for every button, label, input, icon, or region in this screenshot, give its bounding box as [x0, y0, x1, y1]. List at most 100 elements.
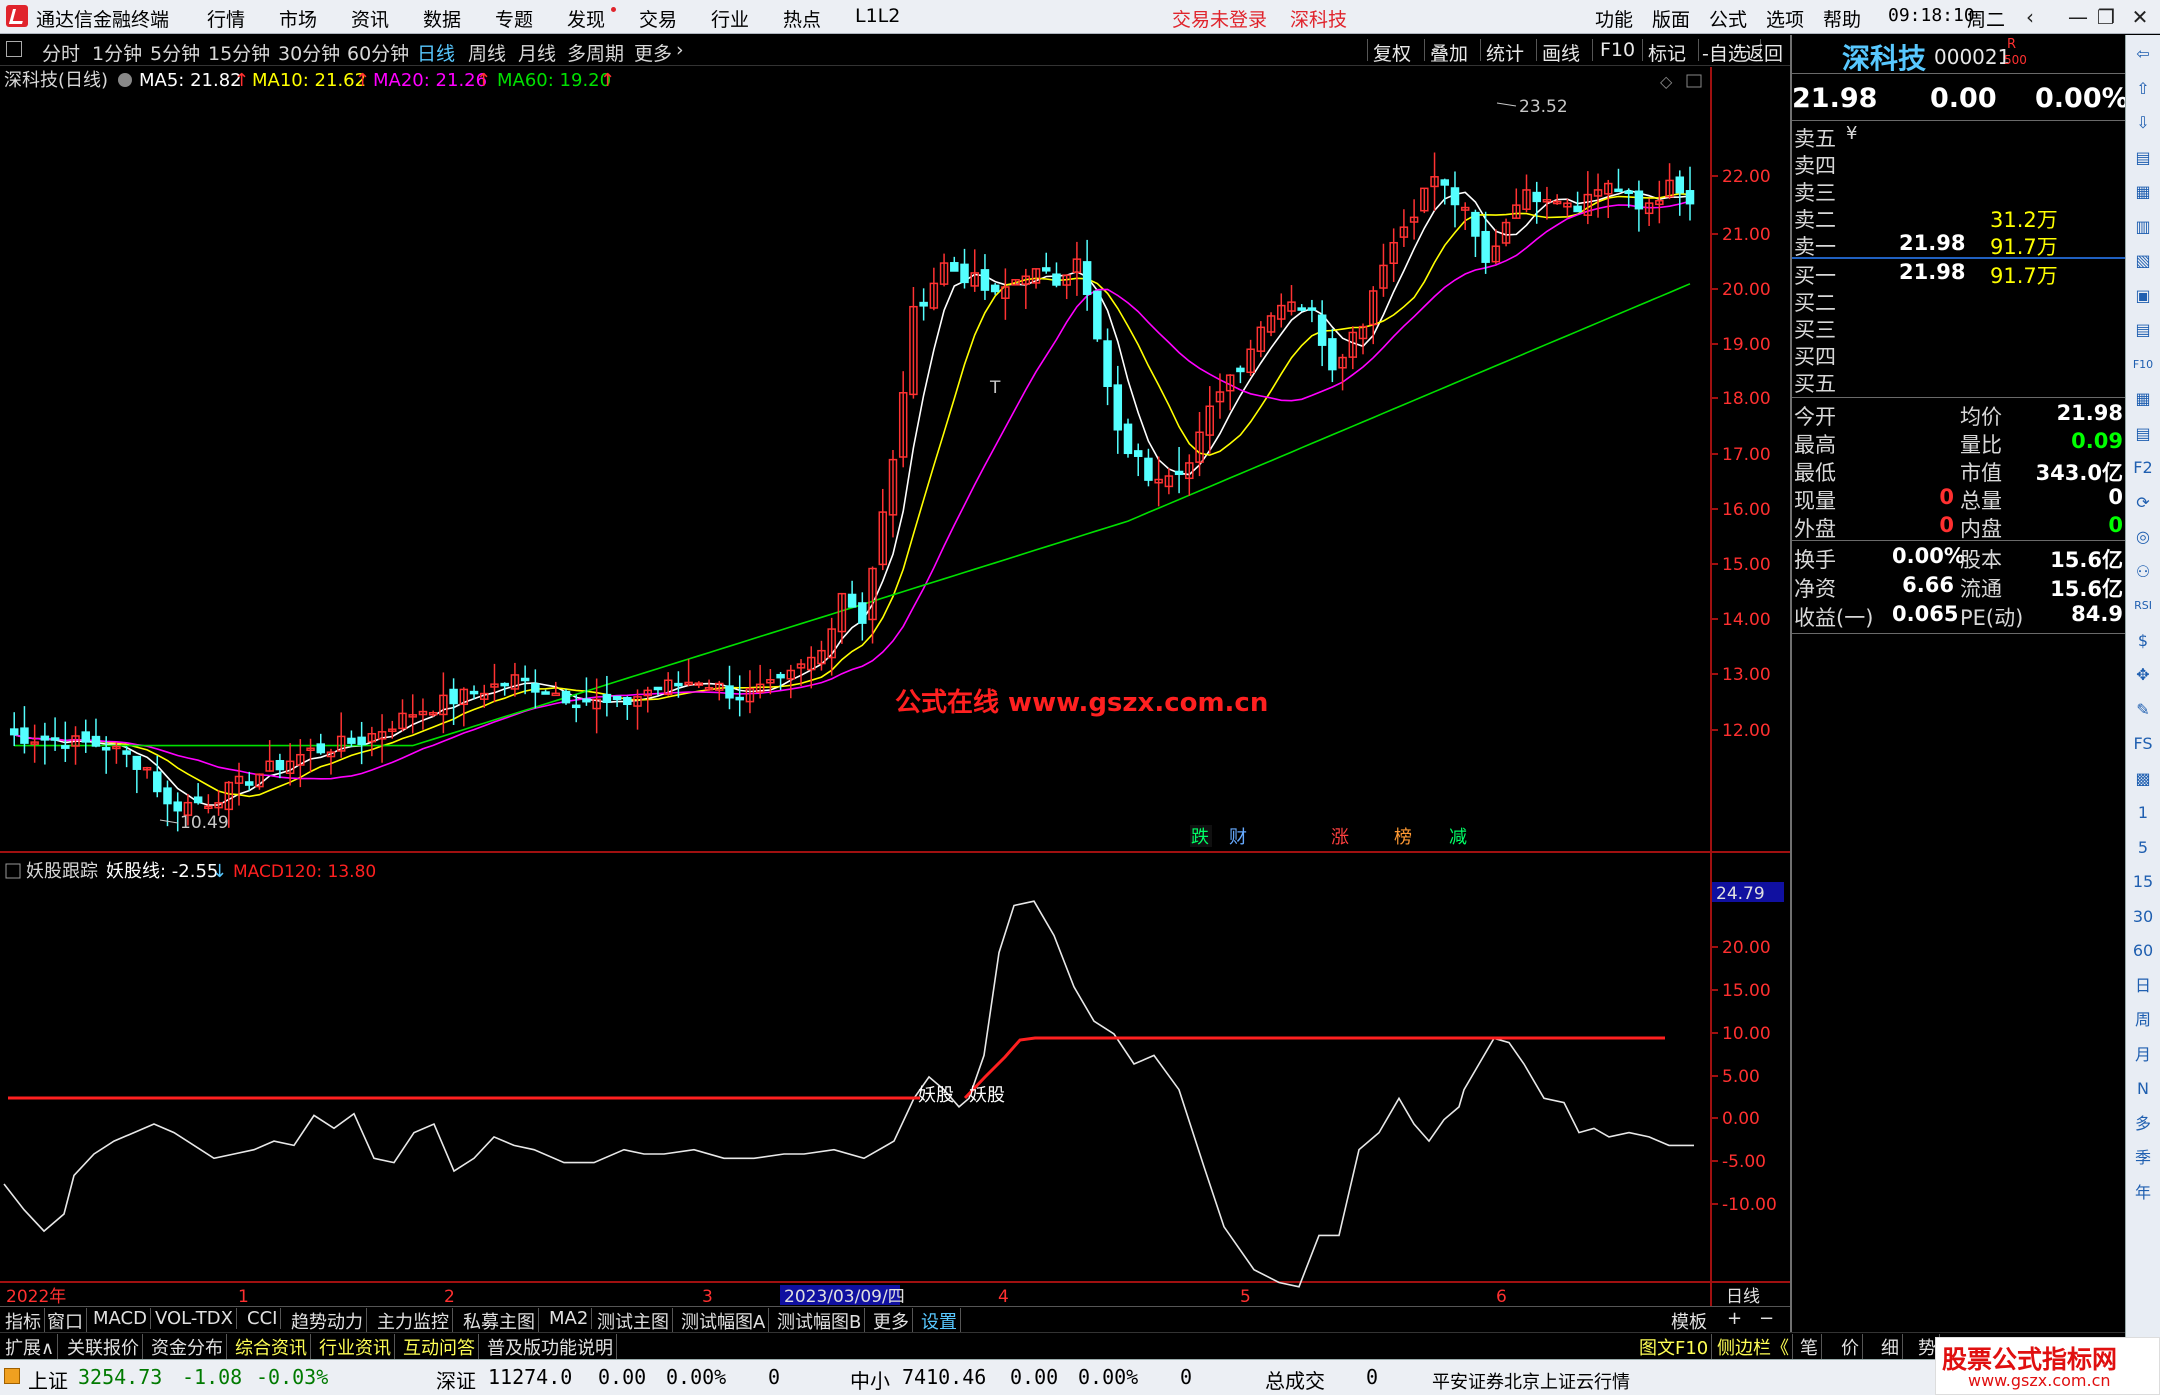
menu-item[interactable]: 发现: [567, 5, 605, 32]
ask-row[interactable]: 卖四: [1792, 150, 2127, 178]
menu-item[interactable]: 热点: [783, 5, 821, 32]
indicator-tab[interactable]: 窗口: [44, 1308, 87, 1334]
chevron-right-icon[interactable]: ›: [676, 39, 684, 61]
side-tool-icon[interactable]: 15: [2130, 869, 2156, 895]
sz-index-name[interactable]: 深证: [436, 1365, 476, 1394]
period-tab-more[interactable]: 更多: [634, 39, 672, 66]
period-tab[interactable]: 月线: [518, 39, 556, 66]
ask-row[interactable]: 卖二 31.2万: [1792, 204, 2127, 232]
statistics-button[interactable]: 统计: [1486, 39, 1524, 66]
indicator-tab[interactable]: 私募主图: [460, 1308, 539, 1334]
indicator-tab[interactable]: MA2: [546, 1308, 593, 1329]
side-tool-icon[interactable]: 30: [2130, 904, 2156, 930]
side-tool-icon[interactable]: 60: [2130, 938, 2156, 964]
menu-item[interactable]: 专题: [495, 5, 533, 32]
restore-icon[interactable]: ❐: [2092, 3, 2120, 31]
side-tool-icon[interactable]: 周: [2130, 1007, 2156, 1033]
menu-item-right[interactable]: 版面: [1652, 5, 1690, 32]
side-tool-icon[interactable]: ✎: [2130, 697, 2156, 723]
menu-item[interactable]: 资讯: [351, 5, 389, 32]
close-icon[interactable]: ✕: [2126, 3, 2154, 31]
menu-item-right[interactable]: 功能: [1595, 5, 1633, 32]
side-tool-icon[interactable]: ⚇: [2130, 559, 2156, 585]
panel-switch-tab[interactable]: 图文F10: [1636, 1334, 1713, 1360]
panel-toggle-icon[interactable]: [6, 41, 22, 57]
side-tool-icon[interactable]: 多: [2130, 1111, 2156, 1137]
side-tool-icon[interactable]: ⟳: [2130, 490, 2156, 516]
event-tag[interactable]: 榜: [1394, 827, 1412, 848]
event-tag[interactable]: 财: [1229, 827, 1247, 848]
side-tool-icon[interactable]: ▧: [2130, 248, 2156, 274]
side-tool-icon[interactable]: 季: [2130, 1145, 2156, 1171]
indicator-tab[interactable]: 主力监控: [374, 1308, 453, 1334]
indicator-tab[interactable]: 趋势动力: [288, 1308, 367, 1334]
period-tab[interactable]: 分时: [42, 39, 80, 66]
restore-rights-button[interactable]: 复权: [1373, 39, 1411, 66]
extension-tab[interactable]: 关联报价: [64, 1334, 143, 1360]
menu-item[interactable]: 数据: [423, 5, 461, 32]
period-tab[interactable]: 多周期: [567, 39, 624, 66]
side-tool-icon[interactable]: 1: [2130, 800, 2156, 826]
side-tool-icon[interactable]: F10: [2130, 352, 2156, 378]
event-tag[interactable]: 减: [1449, 827, 1467, 848]
menu-item[interactable]: 市场: [279, 5, 317, 32]
side-tool-icon[interactable]: ◎: [2130, 524, 2156, 550]
indicator-tab[interactable]: 测试幅图A: [678, 1308, 770, 1334]
settings-dot-icon[interactable]: [118, 73, 132, 87]
panel-switch-tab[interactable]: 价: [1838, 1334, 1863, 1360]
extension-tab[interactable]: 互动问答: [400, 1334, 479, 1360]
indicator-tab[interactable]: 测试主图: [594, 1308, 673, 1334]
sh-index-name[interactable]: 上证: [28, 1365, 68, 1394]
ask-row[interactable]: 卖五 ¥: [1792, 123, 2127, 151]
side-tool-icon[interactable]: ▥: [2130, 214, 2156, 240]
indicator-tab[interactable]: CCI: [244, 1308, 282, 1329]
indicator-tab[interactable]: 指标: [2, 1308, 45, 1334]
menu-item-right[interactable]: 帮助: [1823, 5, 1861, 32]
chart-area[interactable]: 深科技(日线) MA5: 21.82 ↑ MA10: 21.62 ↑ MA20:…: [0, 67, 1790, 1312]
extension-tab[interactable]: 综合资讯: [232, 1334, 311, 1360]
template-button[interactable]: 模板: [1668, 1308, 1710, 1334]
menu-item[interactable]: 行情: [207, 5, 245, 32]
panel-switch-tab[interactable]: 细: [1878, 1334, 1903, 1360]
back-icon[interactable]: ‹: [2016, 3, 2044, 31]
zx-index-name[interactable]: 中小: [850, 1365, 890, 1394]
side-tool-icon[interactable]: ▤: [2130, 421, 2156, 447]
kline-chart-svg[interactable]: 深科技(日线) MA5: 21.82 ↑ MA10: 21.62 ↑ MA20:…: [0, 67, 1790, 1307]
indicator-tab[interactable]: VOL-TDX: [152, 1308, 237, 1329]
side-tool-icon[interactable]: ▩: [2130, 766, 2156, 792]
side-tool-icon[interactable]: ▤: [2130, 145, 2156, 171]
f10-button[interactable]: F10: [1600, 39, 1635, 61]
bid-row[interactable]: 买一 21.98 91.7万: [1792, 260, 2127, 288]
extension-tab[interactable]: 行业资讯: [316, 1334, 395, 1360]
side-tool-icon[interactable]: ▤: [2130, 317, 2156, 343]
draw-line-button[interactable]: 画线: [1542, 39, 1580, 66]
side-tool-icon[interactable]: 年: [2130, 1180, 2156, 1206]
side-tool-icon[interactable]: FS: [2130, 731, 2156, 757]
side-tool-icon[interactable]: 5: [2130, 835, 2156, 861]
market-icon[interactable]: [4, 1368, 20, 1384]
period-tab[interactable]: 1分钟: [92, 39, 142, 66]
side-tool-icon[interactable]: ▦: [2130, 386, 2156, 412]
event-tag[interactable]: 涨: [1331, 827, 1349, 848]
indicator-tab[interactable]: 设置: [918, 1308, 961, 1334]
side-tool-icon[interactable]: ⇩: [2130, 110, 2156, 136]
bid-row[interactable]: 买五: [1792, 368, 2127, 396]
indicator-tab[interactable]: 更多: [870, 1308, 913, 1334]
side-tool-icon[interactable]: 月: [2130, 1042, 2156, 1068]
bid-row[interactable]: 买四: [1792, 341, 2127, 369]
extension-tab[interactable]: 资金分布: [148, 1334, 227, 1360]
menu-item-right[interactable]: 选项: [1766, 5, 1804, 32]
menu-item[interactable]: 交易: [639, 5, 677, 32]
server-name[interactable]: 平安证券北京上证云行情: [1432, 1368, 1630, 1394]
period-tab[interactable]: 5分钟: [150, 39, 200, 66]
menu-item-right[interactable]: 公式: [1709, 5, 1747, 32]
ask-row[interactable]: 卖一 21.98 91.7万: [1792, 231, 2127, 259]
side-tool-icon[interactable]: 日: [2130, 973, 2156, 999]
menu-item[interactable]: 行业: [711, 5, 749, 32]
period-tab-active[interactable]: 日线: [417, 39, 455, 66]
add-pane-button[interactable]: +: [1724, 1308, 1745, 1329]
minimize-icon[interactable]: —: [2064, 3, 2092, 31]
bid-row[interactable]: 买三: [1792, 314, 2127, 342]
login-status[interactable]: 交易未登录: [1172, 5, 1267, 32]
remove-pane-button[interactable]: −: [1756, 1308, 1777, 1329]
